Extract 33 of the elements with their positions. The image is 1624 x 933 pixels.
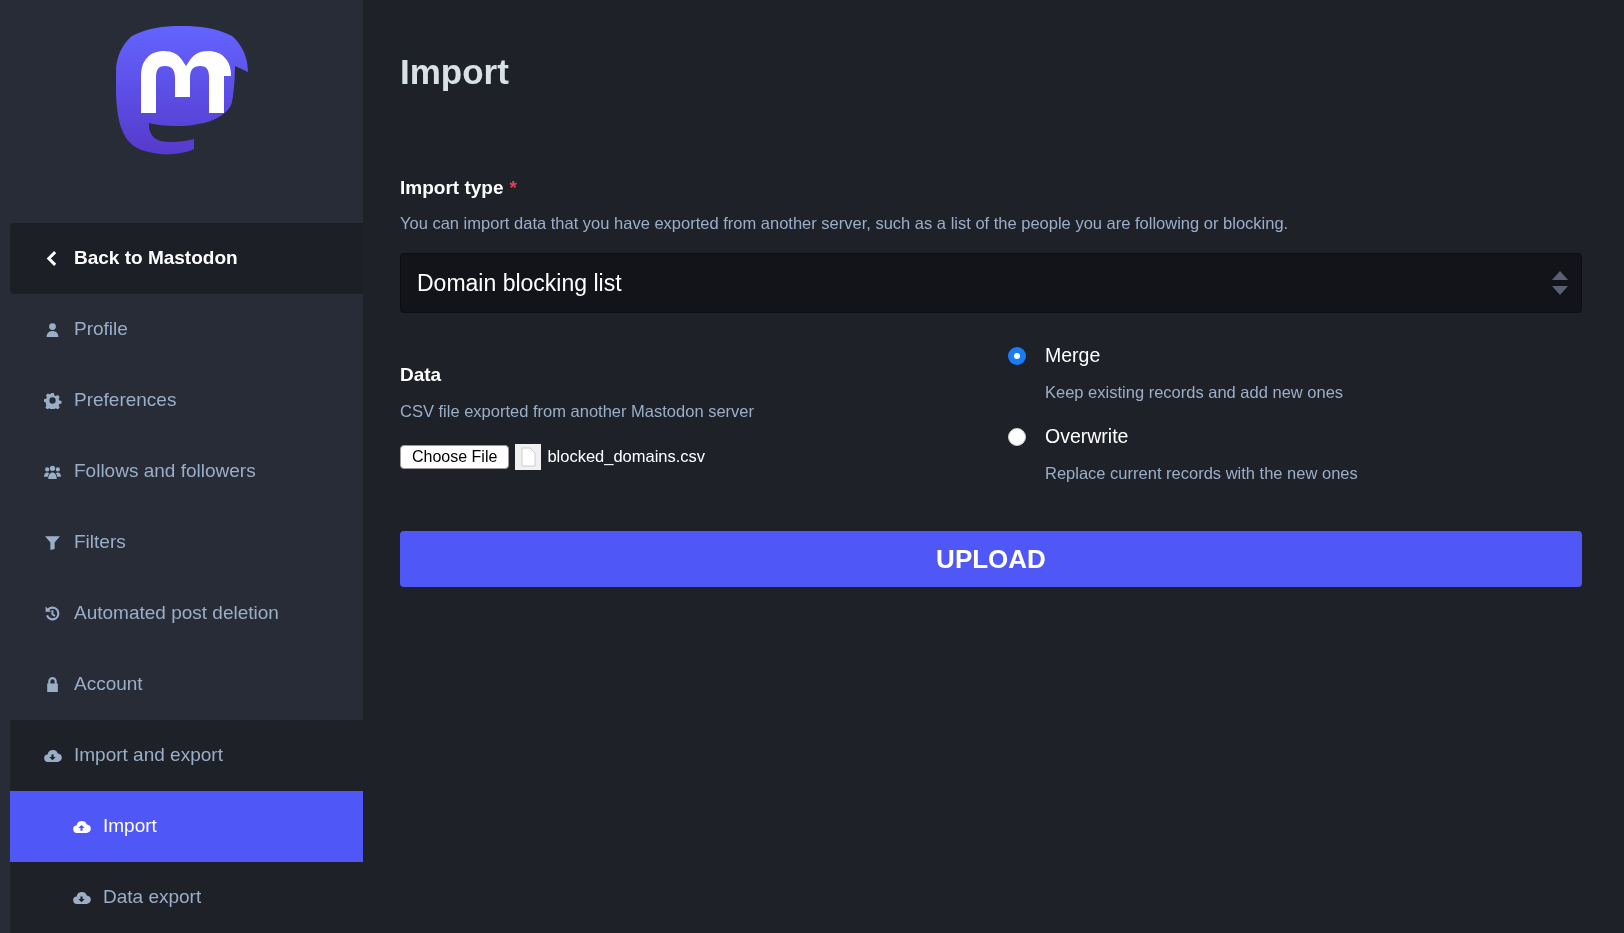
cloud-download-icon — [72, 889, 91, 906]
required-mark: * — [509, 176, 517, 200]
back-link[interactable]: Back to Mastodon — [10, 223, 363, 294]
choose-file-button[interactable]: Choose File — [400, 444, 510, 469]
field-label: Import type — [400, 176, 504, 200]
field-label: Data — [400, 363, 443, 388]
radio-label: Overwrite — [1045, 424, 1130, 450]
radio-hint: Keep existing records and add new ones — [1045, 381, 1344, 403]
gear-icon — [43, 392, 62, 409]
cloud-upload-icon — [72, 818, 91, 835]
sidebar-item[interactable]: Preferences — [10, 365, 363, 436]
field-hint: CSV file exported from another Mastodon server — [400, 400, 755, 422]
sidebar-item[interactable]: Account — [10, 649, 363, 720]
sidebar-item[interactable]: Automated post deletion — [10, 578, 363, 649]
sidebar-item[interactable]: Filters — [10, 507, 363, 578]
radio-button[interactable] — [1008, 428, 1026, 447]
radio-hint: Replace current records with the new ones — [1045, 462, 1358, 484]
select-arrows-icon — [1551, 270, 1569, 297]
sidebar-item[interactable]: Import — [10, 791, 363, 862]
people-icon — [43, 463, 62, 480]
history-icon — [43, 605, 62, 622]
sidebar-item[interactable]: Follows and followers — [10, 436, 363, 507]
cloud-download-icon — [43, 747, 62, 764]
sidebar-item[interactable]: Profile — [10, 294, 363, 365]
page-title: Import — [400, 51, 510, 93]
funnel-icon — [43, 534, 62, 551]
import-type-select[interactable]: Domain blocking list — [400, 253, 1582, 314]
file-icon — [515, 443, 542, 470]
radio-button[interactable] — [1008, 347, 1026, 366]
upload-button[interactable]: UPLOAD — [400, 531, 1582, 588]
file-name: blocked_domains.csv — [547, 446, 706, 468]
field-hint: You can import data that you have exported from another server, such as a list of the people you are following or blocking. — [400, 212, 1290, 234]
radio-label: Merge — [1045, 343, 1102, 369]
